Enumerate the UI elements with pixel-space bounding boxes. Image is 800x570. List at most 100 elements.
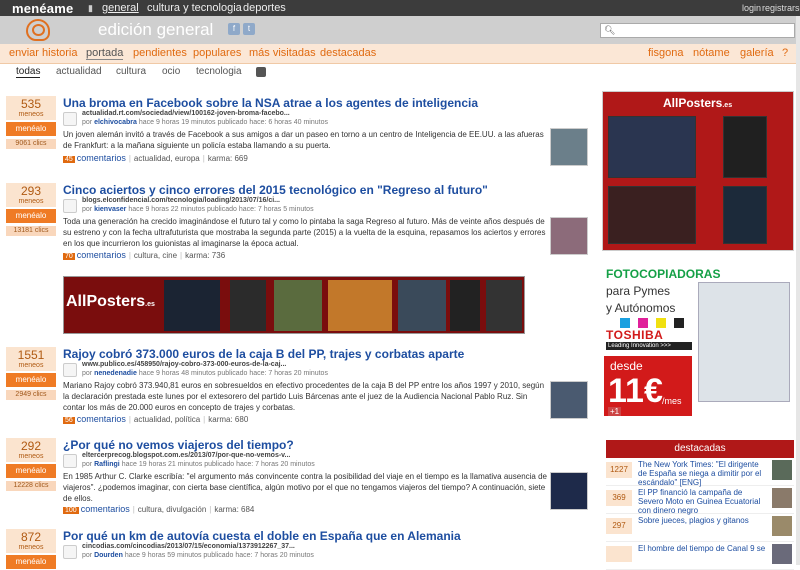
- news-footer: 45 comentarios | actualidad, europa | karma: …: [63, 153, 248, 163]
- plus-one-button[interactable]: +1: [608, 407, 622, 416]
- news-karma: karma: 669: [207, 154, 248, 163]
- subtab-todas[interactable]: todas: [16, 66, 41, 78]
- destacada-title[interactable]: Sobre jueces, plagios y gitanos: [638, 516, 766, 525]
- destacada-item[interactable]: 1227 The New York Times: "El dirigente d…: [606, 458, 794, 487]
- comments-link[interactable]: comentarios: [81, 504, 130, 514]
- comments-link[interactable]: comentarios: [77, 250, 126, 260]
- destacada-item[interactable]: 297 Sobre jueces, plagios y gitanos: [606, 514, 794, 542]
- menealo-button[interactable]: menéalo: [6, 555, 56, 569]
- news-user[interactable]: Raflingi: [94, 461, 120, 468]
- clicks-count: 12228 clics: [6, 481, 56, 491]
- comments-link[interactable]: comentarios: [77, 153, 126, 163]
- news-url[interactable]: cincodias.com/cincodias/2013/07/15/econo…: [82, 543, 295, 550]
- nav-general[interactable]: general: [102, 2, 139, 14]
- news-user[interactable]: elchivocabra: [94, 119, 137, 126]
- ad-headline: FOTOCOPIADORAS: [606, 267, 721, 281]
- allposters-banner-ad[interactable]: AllPosters.es: [63, 276, 525, 334]
- ad-line: y Autónomos: [606, 301, 676, 315]
- toshiba-ad[interactable]: FOTOCOPIADORAS para Pymes y Autónomos TO…: [602, 262, 796, 422]
- news-url[interactable]: blogs.elconfidencial.com/tecnologia/load…: [82, 197, 280, 204]
- tab-notame[interactable]: nótame: [693, 47, 730, 59]
- menealo-button[interactable]: menéalo: [6, 464, 56, 478]
- news-user[interactable]: Dourden: [94, 552, 123, 559]
- news-tags[interactable]: actualidad, política: [134, 415, 200, 424]
- vote-box: 535 meneos menéalo 9061 clics: [6, 96, 56, 149]
- allposters-side-ad[interactable]: AllPosters.es: [602, 91, 794, 251]
- tab-portada[interactable]: portada: [86, 47, 124, 60]
- news-summary: En 1985 Arthur C. Clarke escribía: "el a…: [63, 472, 547, 503]
- tab-galeria[interactable]: galería: [740, 47, 774, 59]
- vote-count: 535 meneos: [6, 96, 56, 120]
- login-link[interactable]: login: [742, 3, 761, 13]
- poster-image: [608, 116, 696, 178]
- news-summary: Toda una generación ha crecido imaginánd…: [63, 217, 546, 248]
- tab-pendientes[interactable]: pendientes: [133, 47, 187, 59]
- tab-enviar-historia[interactable]: enviar historia: [9, 47, 77, 59]
- scrollbar[interactable]: [796, 16, 800, 565]
- color-square: [656, 318, 666, 328]
- search-icon[interactable]: 🔍︎: [604, 25, 615, 36]
- news-url[interactable]: eltercerprecog.blogspot.com.es/2013/07/p…: [82, 452, 290, 459]
- news-thumbnail[interactable]: [550, 217, 588, 255]
- news-tags[interactable]: cultura, cine: [134, 251, 177, 260]
- news-thumbnail[interactable]: [550, 472, 588, 510]
- source-favicon-icon: [63, 545, 77, 559]
- mascot-logo[interactable]: [26, 19, 50, 41]
- menealo-button[interactable]: menéalo: [6, 373, 56, 387]
- news-tags[interactable]: actualidad, europa: [134, 154, 200, 163]
- destacada-item[interactable]: 369 El PP financió la campaña de Severo …: [606, 486, 794, 515]
- source-favicon-icon: [63, 363, 77, 377]
- news-user[interactable]: nenedenadie: [94, 370, 137, 377]
- destacada-count: [606, 546, 632, 562]
- news-thumbnail[interactable]: [550, 381, 588, 419]
- news-meta: por kienvaser hace 9 horas 22 minutos pu…: [82, 206, 314, 213]
- news-title[interactable]: Cinco aciertos y cinco errores del 2015 …: [63, 183, 488, 197]
- twitter-icon[interactable]: t: [243, 23, 255, 35]
- destacada-title[interactable]: The New York Times: "El dirigente de Esp…: [638, 460, 766, 487]
- destacada-thumbnail: [772, 516, 792, 536]
- comment-count: 70: [63, 253, 75, 260]
- site-logo[interactable]: menéame: [12, 1, 73, 16]
- nav-cultura[interactable]: cultura y tecnologia: [147, 2, 242, 14]
- news-title[interactable]: Por qué un km de autovía cuesta el doble…: [63, 529, 461, 543]
- comments-link[interactable]: comentarios: [77, 414, 126, 424]
- color-square: [638, 318, 648, 328]
- news-title[interactable]: ¿Por qué no vemos viajeros del tiempo?: [63, 438, 294, 452]
- comment-count: 45: [63, 156, 75, 163]
- subtab-ocio[interactable]: ocio: [162, 66, 180, 77]
- vote-count: 292 meneos: [6, 438, 56, 462]
- news-footer: 70 comentarios | cultura, cine | karma: 736: [63, 250, 226, 260]
- destacada-title[interactable]: El hombre del tiempo de Canal 9 se: [638, 544, 766, 553]
- subtab-tecnologia[interactable]: tecnologia: [196, 66, 242, 77]
- tab-populares[interactable]: populares: [193, 47, 241, 59]
- menealo-button[interactable]: menéalo: [6, 122, 56, 136]
- facebook-icon[interactable]: f: [228, 23, 240, 35]
- clicks-count: 13181 clics: [6, 226, 56, 236]
- rss-icon[interactable]: [256, 67, 266, 77]
- news-thumbnail[interactable]: [550, 128, 588, 166]
- search-input[interactable]: 🔍︎: [600, 23, 795, 38]
- tab-destacadas[interactable]: destacadas: [320, 47, 376, 59]
- poster-image: [164, 280, 220, 331]
- tab-mas-visitadas[interactable]: más visitadas: [249, 47, 316, 59]
- news-url[interactable]: actualidad.rt.com/sociedad/view/100162-j…: [82, 110, 290, 117]
- news-user[interactable]: kienvaser: [94, 206, 126, 213]
- nav-deportes[interactable]: deportes: [243, 2, 286, 14]
- subtab-actualidad[interactable]: actualidad: [56, 66, 102, 77]
- menealo-button[interactable]: menéalo: [6, 209, 56, 223]
- news-url[interactable]: www.publico.es/458950/rajoy-cobro-373-00…: [82, 361, 286, 368]
- news-title[interactable]: Rajoy cobró 373.000 euros de la caja B d…: [63, 347, 464, 361]
- news-footer: 56 comentarios | actualidad, política | karma…: [63, 414, 249, 424]
- news-tags[interactable]: cultura, divulgación: [138, 505, 206, 514]
- tab-fisgona[interactable]: fisgona: [648, 47, 683, 59]
- destacada-title[interactable]: El PP financió la campaña de Severo Moto…: [638, 488, 766, 515]
- destacada-item[interactable]: El hombre del tiempo de Canal 9 se: [606, 542, 794, 570]
- tab-help[interactable]: ?: [782, 47, 788, 59]
- main-tabs: enviar historia portada pendientes popul…: [0, 44, 800, 64]
- register-link[interactable]: registrarse: [762, 3, 800, 13]
- section-title: edición general: [98, 20, 214, 39]
- news-footer: 100 comentarios | cultura, divulgación | karm…: [63, 504, 255, 514]
- news-title[interactable]: Una broma en Facebook sobre la NSA atrae…: [63, 96, 478, 110]
- subtab-cultura[interactable]: cultura: [116, 66, 146, 77]
- destacada-thumbnail: [772, 544, 792, 564]
